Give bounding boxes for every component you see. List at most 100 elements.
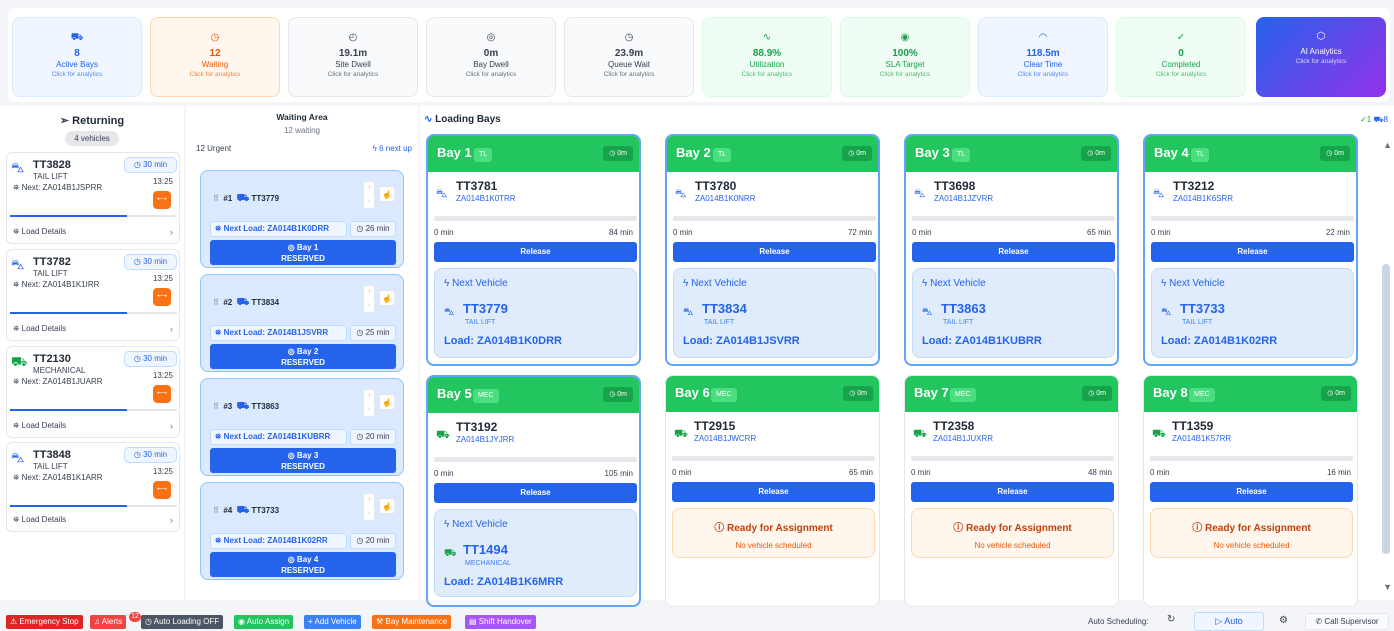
- release-button[interactable]: Release: [673, 242, 876, 262]
- alerts-button[interactable]: ♫ Alerts: [90, 615, 127, 629]
- emergency-stop-button[interactable]: ⚠ Emergency Stop: [6, 615, 83, 629]
- move-arrows[interactable]: ↑ ↓: [363, 493, 375, 521]
- load-details-link[interactable]: ⛯ Load Details: [13, 227, 66, 237]
- clock-icon: ◷: [133, 354, 141, 363]
- bay-card-3[interactable]: Bay 3 TL ◷ 0m ⛍ TT3698 ZA014B1JZVRR 0 min 65 mi…: [904, 134, 1119, 366]
- auto-button[interactable]: ▷ Auto: [1194, 612, 1264, 631]
- hand-icon[interactable]: ☝: [379, 394, 395, 410]
- bay-card-1[interactable]: Bay 1 TL ◷ 0m ⛍ TT3781 ZA014B1K0TRR 0 min 84 mi…: [426, 134, 641, 366]
- stat-icon: ✓: [1176, 32, 1186, 43]
- release-button[interactable]: Release: [912, 242, 1115, 262]
- bay-card-4[interactable]: Bay 4 TL ◷ 0m ⛍ TT3212 ZA014B1K6SRR 0 min 22 mi…: [1143, 134, 1358, 366]
- stat-card-ai-analytics[interactable]: ⬡ AI Analytics Click for analytics: [1256, 17, 1386, 97]
- stat-card-bay-dwell[interactable]: ◎ 0m Bay Dwell Click for analytics: [426, 17, 556, 97]
- release-button[interactable]: Release: [434, 483, 637, 503]
- waiting-card[interactable]: ⠿ #1 ⛟ TT3779 ↑ ↓ ☝ ⛯ Next Load: ZA014B1K0DR…: [200, 170, 404, 268]
- stat-value: 118.5m: [1026, 48, 1060, 59]
- next-load: ⛯ Next: ZA014B1K1ARR: [13, 473, 103, 482]
- drag-handle-icon[interactable]: ⠿: [213, 402, 219, 411]
- waiting-card[interactable]: ⠿ #4 ⛟ TT3733 ↑ ↓ ☝ ⛯ Next Load: ZA014B1K02R…: [200, 482, 404, 580]
- scrollbar[interactable]: [1382, 264, 1390, 554]
- hand-icon[interactable]: ☝: [379, 498, 395, 514]
- ready-title: ⓘ Ready for Assignment: [953, 523, 1072, 534]
- ready-panel: ⓘ Ready for Assignment No vehicle schedul…: [672, 508, 875, 558]
- load-progress-bar: [434, 457, 637, 462]
- stat-card-clear-time[interactable]: ◠ 118.5m Clear Time Click for analytics: [978, 17, 1108, 97]
- package-icon: ⛯: [215, 224, 222, 233]
- auto-assign-button[interactable]: ◉ Auto Assign: [234, 615, 294, 629]
- alert-button[interactable]: ⟷: [153, 481, 171, 499]
- chevron-right-icon[interactable]: ›: [170, 515, 173, 525]
- next-vehicle-load: Load: ZA014B1K02RR: [1161, 335, 1278, 347]
- release-button[interactable]: Release: [434, 242, 637, 262]
- returning-count: 4 vehicles: [65, 131, 119, 146]
- call-supervisor-button[interactable]: ✆ Call Supervisor: [1305, 613, 1389, 630]
- drag-handle-icon[interactable]: ⠿: [213, 506, 219, 515]
- bay-maintenance-button[interactable]: ⚒ Bay Maintenance: [372, 615, 452, 629]
- load-id: ZA014B1JUXRR: [933, 434, 994, 443]
- chevron-right-icon[interactable]: ›: [170, 227, 173, 237]
- returning-card[interactable]: ⛍ TT3848 TAIL LIFT ⛯ Next: ZA014B1K1ARR ◷ 30…: [6, 442, 180, 532]
- bay-card-8[interactable]: Bay 8 MEC ◷ 0m ⛟ TT1359 ZA014B1K57RR 0 min 16 m…: [1143, 375, 1358, 607]
- returning-card[interactable]: ⛍ TT3828 TAIL LIFT ⛯ Next: ZA014B1JSPRR ◷ 30…: [6, 152, 180, 244]
- release-button[interactable]: Release: [672, 482, 875, 502]
- stat-card-waiting[interactable]: ◷ 12 Waiting Click for analytics: [150, 17, 280, 97]
- hand-icon[interactable]: ☝: [379, 186, 395, 202]
- refresh-icon[interactable]: ↻: [1167, 614, 1175, 625]
- truck-icon: ⛍: [11, 450, 25, 465]
- move-arrows[interactable]: ↑ ↓: [363, 181, 375, 209]
- scroll-up-icon[interactable]: ▲: [1383, 140, 1392, 150]
- waiting-card[interactable]: ⠿ #3 ⛟ TT3863 ↑ ↓ ☝ ⛯ Next Load: ZA014B1KUBR…: [200, 378, 404, 476]
- progress-end: 65 min: [1086, 228, 1111, 237]
- hand-icon[interactable]: ☝: [379, 290, 395, 306]
- bay-header: Bay 7 MEC ◷ 0m: [905, 376, 1118, 412]
- load-details-link[interactable]: ⛯ Load Details: [13, 515, 66, 525]
- move-arrows[interactable]: ↑ ↓: [363, 389, 375, 417]
- button-icon: +: [308, 617, 313, 626]
- add-vehicle-button[interactable]: + Add Vehicle: [304, 615, 361, 629]
- truck-icon: ⛟: [236, 297, 250, 308]
- stat-card-completed[interactable]: ✓ 0 Completed Click for analytics: [1116, 17, 1246, 97]
- chevron-right-icon[interactable]: ›: [170, 421, 173, 431]
- bay-timer: ◷ 0m: [843, 386, 873, 401]
- alert-button[interactable]: ⟷: [153, 385, 171, 403]
- bay-timer: ◷ 0m: [1082, 386, 1112, 401]
- move-arrows[interactable]: ↑ ↓: [363, 285, 375, 313]
- vehicle-id: TT3212: [1173, 179, 1215, 193]
- release-button[interactable]: Release: [911, 482, 1114, 502]
- load-details-link[interactable]: ⛯ Load Details: [13, 324, 66, 334]
- ready-title: ⓘ Ready for Assignment: [1192, 523, 1311, 534]
- drag-handle-icon[interactable]: ⠿: [213, 298, 219, 307]
- next-vehicle-title: ϟ Next Vehicle: [1161, 278, 1225, 289]
- shift-handover-button[interactable]: ▤ Shift Handover: [465, 615, 536, 629]
- bay-card-2[interactable]: Bay 2 TL ◷ 0m ⛍ TT3780 ZA014B1K0NRR 0 min 72 mi…: [665, 134, 880, 366]
- progress-bar: [10, 409, 177, 411]
- load-details-link[interactable]: ⛯ Load Details: [13, 421, 66, 431]
- release-button[interactable]: Release: [1150, 482, 1353, 502]
- drag-handle-icon[interactable]: ⠿: [213, 194, 219, 203]
- bay-card-6[interactable]: Bay 6 MEC ◷ 0m ⛟ TT2915 ZA014B1JWCRR 0 min 65 m…: [665, 375, 880, 607]
- bay-timer: ◷ 0m: [1321, 386, 1351, 401]
- stat-card-sla-target[interactable]: ◉ 100% SLA Target Click for analytics: [840, 17, 970, 97]
- returning-card[interactable]: ⛟ TT2130 MECHANICAL ⛯ Next: ZA014B1JUARR ◷ 3…: [6, 346, 180, 438]
- bay-header: Bay 8 MEC ◷ 0m: [1144, 376, 1357, 412]
- alert-button[interactable]: ⟷: [153, 191, 171, 209]
- auto-loading-off-button[interactable]: ◷ Auto Loading OFF: [141, 615, 224, 629]
- stat-card-queue-wait[interactable]: ◷ 23.9m Queue Wait Click for analytics: [564, 17, 694, 97]
- scroll-down-icon[interactable]: ▼: [1383, 582, 1392, 592]
- release-button[interactable]: Release: [1151, 242, 1354, 262]
- waiting-card-header: ⠿ #1 ⛟ TT3779: [213, 193, 280, 204]
- alert-button[interactable]: ⟷: [153, 288, 171, 306]
- bay-card-5[interactable]: Bay 5 MEC ◷ 0m ⛟ TT3192 ZA014B1JYJRR 0 min 105 …: [426, 375, 641, 607]
- next-load: ⛯ Next Load: ZA014B1K0DRR: [210, 221, 347, 237]
- waiting-card[interactable]: ⠿ #2 ⛟ TT3834 ↑ ↓ ☝ ⛯ Next Load: ZA014B1JSVR…: [200, 274, 404, 372]
- stat-card-utilization[interactable]: ∿ 88.9% Utilization Click for analytics: [702, 17, 832, 97]
- clock-icon: ◷: [356, 536, 364, 545]
- stat-card-active-bays[interactable]: ⛟ 8 Active Bays Click for analytics: [12, 17, 142, 97]
- stat-card-site-dwell[interactable]: ◴ 19.1m Site Dwell Click for analytics: [288, 17, 418, 97]
- returning-card[interactable]: ⛍ TT3782 TAIL LIFT ⛯ Next: ZA014B1K1IRR ◷ 30…: [6, 249, 180, 341]
- gear-icon[interactable]: ⚙: [1279, 615, 1288, 626]
- chevron-right-icon[interactable]: ›: [170, 324, 173, 334]
- next-vehicle-id: TT3863: [941, 301, 986, 316]
- bay-card-7[interactable]: Bay 7 MEC ◷ 0m ⛟ TT2358 ZA014B1JUXRR 0 min 48 m…: [904, 375, 1119, 607]
